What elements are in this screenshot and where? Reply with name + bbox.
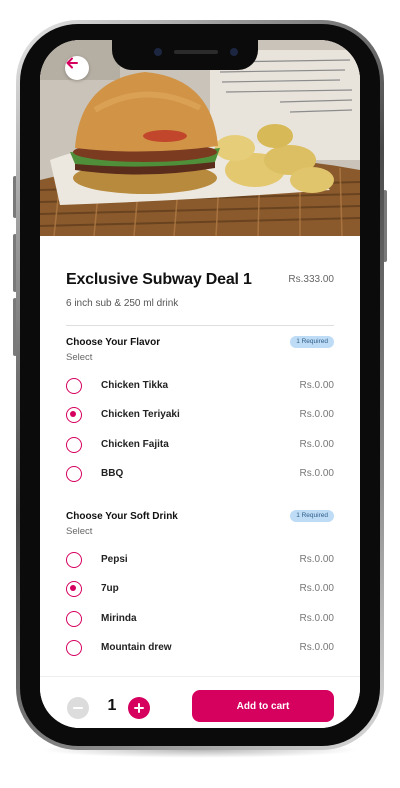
quantity-value: 1: [107, 697, 117, 714]
app-screen: Exclusive Subway Deal 1 Rs.333.00 6 inch…: [40, 40, 360, 728]
option-label: Chicken Fajita: [101, 439, 169, 450]
option-price: Rs.0.00: [299, 380, 334, 391]
arrow-left-icon: [66, 57, 78, 69]
flavor-option-chicken-fajita[interactable]: Chicken Fajita Rs.0.00: [66, 436, 334, 456]
back-button[interactable]: [65, 56, 89, 80]
radio-button[interactable]: [66, 378, 82, 394]
drink-option-7up[interactable]: 7up Rs.0.00: [66, 580, 334, 600]
flavor-option-chicken-teriyaki[interactable]: Chicken Teriyaki Rs.0.00: [66, 406, 334, 426]
add-to-cart-button[interactable]: Add to cart: [192, 690, 334, 722]
product-description: 6 inch sub & 250 ml drink: [66, 298, 179, 309]
camera-icon: [154, 48, 162, 56]
option-price: Rs.0.00: [299, 554, 334, 565]
product-details: Exclusive Subway Deal 1 Rs.333.00 6 inch…: [40, 236, 360, 676]
radio-button[interactable]: [66, 466, 82, 482]
drink-option-mirinda[interactable]: Mirinda Rs.0.00: [66, 610, 334, 630]
option-label: Mirinda: [101, 613, 137, 624]
plus-circle-icon[interactable]: [128, 697, 150, 719]
option-price: Rs.0.00: [299, 409, 334, 420]
option-price: Rs.0.00: [299, 468, 334, 479]
option-label: Mountain drew: [101, 642, 172, 653]
product-price: Rs.333.00: [288, 274, 334, 285]
phone-notch: [112, 40, 258, 70]
product-title: Exclusive Subway Deal 1: [66, 271, 252, 288]
option-price: Rs.0.00: [299, 439, 334, 450]
flavor-option-chicken-tikka[interactable]: Chicken Tikka Rs.0.00: [66, 377, 334, 397]
radio-button[interactable]: [66, 552, 82, 568]
option-label: BBQ: [101, 468, 124, 479]
required-badge: 1 Required: [290, 336, 334, 348]
option-label: Chicken Teriyaki: [101, 409, 180, 420]
flavor-option-bbq[interactable]: BBQ Rs.0.00: [66, 465, 334, 485]
section-subtitle: Select: [66, 526, 93, 537]
radio-button[interactable]: [66, 640, 82, 656]
drink-option-mountain-drew[interactable]: Mountain drew Rs.0.00: [66, 639, 334, 659]
drink-option-pepsi[interactable]: Pepsi Rs.0.00: [66, 551, 334, 571]
speaker-grille: [174, 50, 218, 54]
radio-button-selected[interactable]: [66, 407, 82, 423]
option-label: Pepsi: [101, 554, 128, 565]
section-subtitle: Select: [66, 352, 93, 363]
option-price: Rs.0.00: [299, 613, 334, 624]
radio-button[interactable]: [66, 611, 82, 627]
minus-circle-icon[interactable]: [67, 697, 89, 719]
option-label: Chicken Tikka: [101, 380, 169, 391]
radio-button[interactable]: [66, 437, 82, 453]
cart-footer: 1 Add to cart: [40, 676, 360, 728]
minus-glyph: [73, 706, 83, 710]
option-price: Rs.0.00: [299, 583, 334, 594]
flavor-section: Choose Your Flavor Select 1 Required Chi…: [66, 336, 334, 497]
option-price: Rs.0.00: [299, 642, 334, 653]
soft-drink-section: Choose Your Soft Drink Select 1 Required…: [66, 510, 334, 671]
option-label: 7up: [101, 583, 119, 594]
sensor-icon: [230, 48, 238, 56]
divider: [66, 325, 334, 326]
radio-button-selected[interactable]: [66, 581, 82, 597]
required-badge: 1 Required: [290, 510, 334, 522]
